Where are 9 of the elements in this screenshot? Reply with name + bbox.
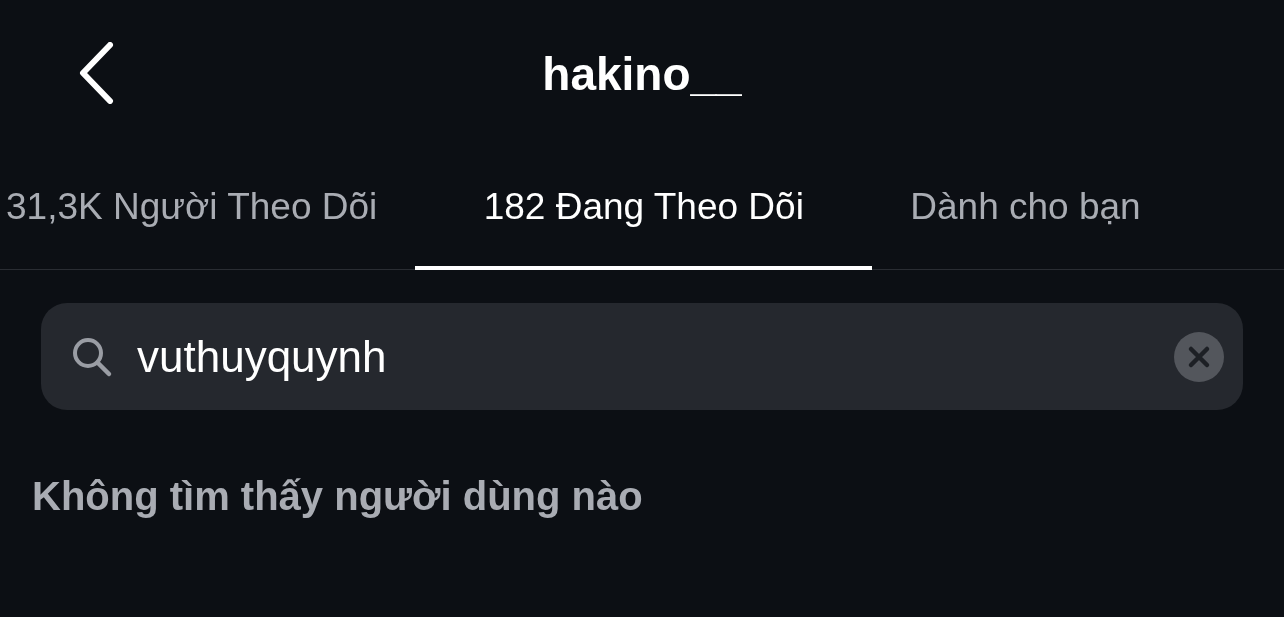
tab[interactable]: 182 Đang Theo Dõi [415, 150, 873, 270]
username-title: hakino__ [542, 47, 742, 101]
search-icon [71, 335, 113, 378]
tab[interactable]: 31,3K Người Theo Dõi [6, 150, 416, 270]
search-query: vuthuyquynh [137, 331, 387, 382]
search-field[interactable]: vuthuyquynh [41, 303, 1243, 410]
back-icon[interactable] [78, 42, 114, 104]
tab[interactable]: Dành cho bạn [872, 150, 1179, 270]
no-results-message: Không tìm thấy người dùng nào [31, 473, 644, 519]
